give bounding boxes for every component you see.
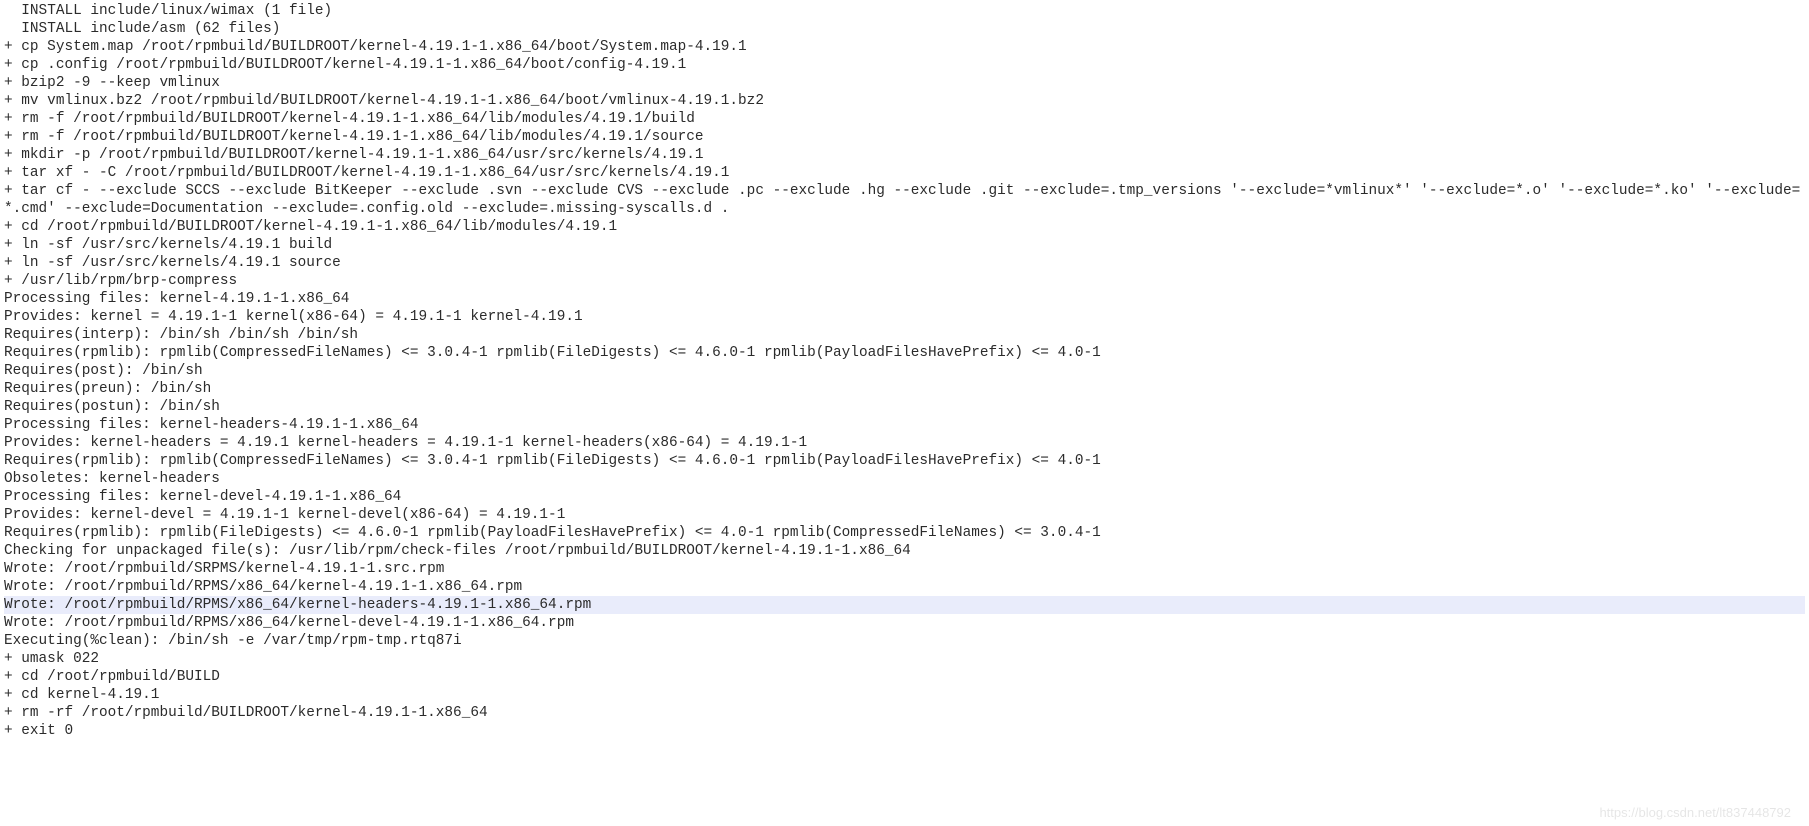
- terminal-line: Requires(rpmlib): rpmlib(CompressedFileN…: [4, 344, 1805, 362]
- terminal-line: + /usr/lib/rpm/brp-compress: [4, 272, 1805, 290]
- terminal-line: + exit 0: [4, 722, 1805, 740]
- terminal-line: Provides: kernel = 4.19.1-1 kernel(x86-6…: [4, 308, 1805, 326]
- terminal-line: Processing files: kernel-devel-4.19.1-1.…: [4, 488, 1805, 506]
- terminal-line: Executing(%clean): /bin/sh -e /var/tmp/r…: [4, 632, 1805, 650]
- terminal-line: Requires(post): /bin/sh: [4, 362, 1805, 380]
- terminal-line: + cd /root/rpmbuild/BUILD: [4, 668, 1805, 686]
- terminal-output: INSTALL include/linux/wimax (1 file) INS…: [0, 0, 1809, 742]
- terminal-line: + umask 022: [4, 650, 1805, 668]
- terminal-line: + mkdir -p /root/rpmbuild/BUILDROOT/kern…: [4, 146, 1805, 164]
- terminal-line: + tar xf - -C /root/rpmbuild/BUILDROOT/k…: [4, 164, 1805, 182]
- terminal-line: Wrote: /root/rpmbuild/RPMS/x86_64/kernel…: [4, 614, 1805, 632]
- terminal-line: Obsoletes: kernel-headers: [4, 470, 1805, 488]
- terminal-line: Processing files: kernel-headers-4.19.1-…: [4, 416, 1805, 434]
- terminal-line: + cd /root/rpmbuild/BUILDROOT/kernel-4.1…: [4, 218, 1805, 236]
- terminal-line: + cd kernel-4.19.1: [4, 686, 1805, 704]
- terminal-line: + bzip2 -9 --keep vmlinux: [4, 74, 1805, 92]
- terminal-line: + mv vmlinux.bz2 /root/rpmbuild/BUILDROO…: [4, 92, 1805, 110]
- terminal-line: Requires(interp): /bin/sh /bin/sh /bin/s…: [4, 326, 1805, 344]
- terminal-line: INSTALL include/asm (62 files): [4, 20, 1805, 38]
- terminal-line: Wrote: /root/rpmbuild/SRPMS/kernel-4.19.…: [4, 560, 1805, 578]
- terminal-line: Requires(postun): /bin/sh: [4, 398, 1805, 416]
- terminal-line: + cp .config /root/rpmbuild/BUILDROOT/ke…: [4, 56, 1805, 74]
- terminal-line: + cp System.map /root/rpmbuild/BUILDROOT…: [4, 38, 1805, 56]
- watermark-text: https://blog.csdn.net/lt837448792: [1599, 805, 1791, 820]
- terminal-line: + rm -f /root/rpmbuild/BUILDROOT/kernel-…: [4, 128, 1805, 146]
- terminal-line: + rm -f /root/rpmbuild/BUILDROOT/kernel-…: [4, 110, 1805, 128]
- terminal-line: + rm -rf /root/rpmbuild/BUILDROOT/kernel…: [4, 704, 1805, 722]
- terminal-line: + ln -sf /usr/src/kernels/4.19.1 source: [4, 254, 1805, 272]
- terminal-line: Requires(rpmlib): rpmlib(FileDigests) <=…: [4, 524, 1805, 542]
- terminal-line: Processing files: kernel-4.19.1-1.x86_64: [4, 290, 1805, 308]
- terminal-line: Checking for unpackaged file(s): /usr/li…: [4, 542, 1805, 560]
- terminal-line: INSTALL include/linux/wimax (1 file): [4, 2, 1805, 20]
- terminal-line: + tar cf - --exclude SCCS --exclude BitK…: [4, 182, 1805, 218]
- terminal-line: Wrote: /root/rpmbuild/RPMS/x86_64/kernel…: [4, 578, 1805, 596]
- terminal-line: Provides: kernel-headers = 4.19.1 kernel…: [4, 434, 1805, 452]
- terminal-line: Requires(rpmlib): rpmlib(CompressedFileN…: [4, 452, 1805, 470]
- terminal-line: + ln -sf /usr/src/kernels/4.19.1 build: [4, 236, 1805, 254]
- terminal-line: Requires(preun): /bin/sh: [4, 380, 1805, 398]
- terminal-line: Wrote: /root/rpmbuild/RPMS/x86_64/kernel…: [4, 596, 1805, 614]
- terminal-line: Provides: kernel-devel = 4.19.1-1 kernel…: [4, 506, 1805, 524]
